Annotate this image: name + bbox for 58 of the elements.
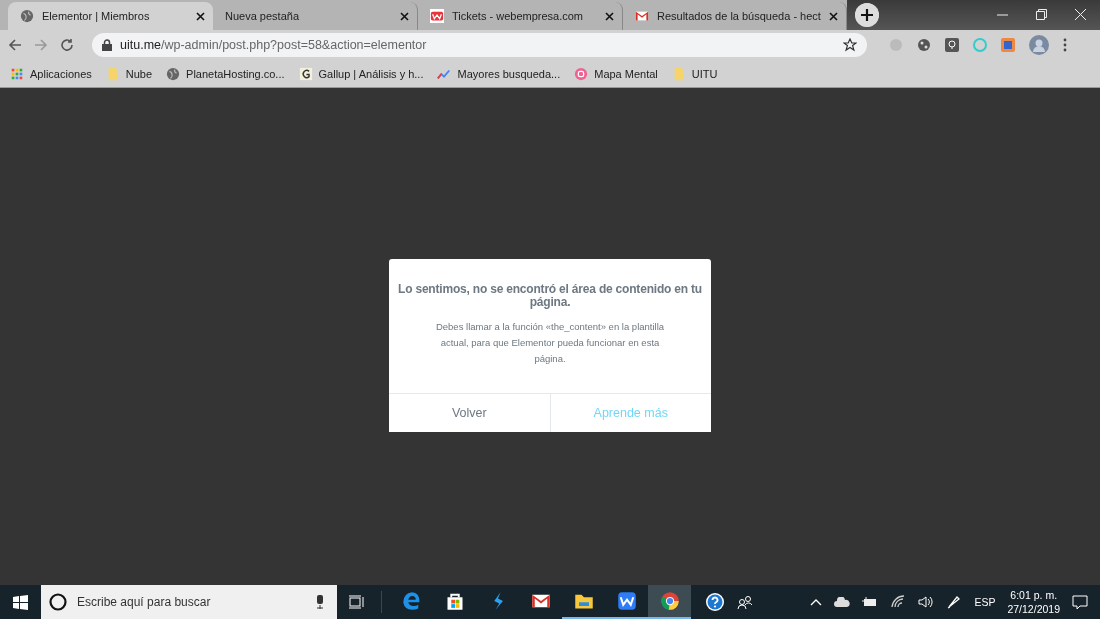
reload-icon[interactable] bbox=[60, 38, 74, 52]
bookmark[interactable]: UITU bbox=[671, 66, 718, 81]
taskbar-app[interactable] bbox=[648, 585, 691, 619]
dialog-message: Debes llamar a la función «the_content» en la plantilla actual, para que Elementor pueda funcionar en esta página. bbox=[434, 320, 666, 366]
close-icon[interactable] bbox=[196, 11, 205, 21]
tab-title: Resultados de la búsqueda - hect bbox=[657, 10, 821, 22]
task-view-icon[interactable] bbox=[349, 595, 365, 609]
grid-icon bbox=[10, 66, 24, 81]
cloud-icon[interactable] bbox=[834, 597, 851, 607]
tab-title: Tickets - webempresa.com bbox=[452, 10, 585, 22]
notification-icon[interactable] bbox=[1072, 594, 1088, 610]
globe-icon bbox=[166, 66, 181, 81]
film-reel-icon[interactable] bbox=[917, 38, 931, 52]
speaker-icon[interactable] bbox=[918, 595, 935, 609]
w-logo-icon bbox=[430, 9, 444, 23]
bookmark[interactable]: Mapa Mental bbox=[574, 66, 658, 81]
tab-title: Nueva pestaña bbox=[225, 10, 300, 22]
help-icon[interactable] bbox=[705, 592, 725, 612]
clock-date: 27/12/2019 bbox=[1007, 602, 1060, 616]
restore-icon[interactable] bbox=[1036, 8, 1047, 20]
battery-icon[interactable] bbox=[862, 597, 879, 607]
bookmark[interactable]: Gallup | Análisis y h... bbox=[298, 66, 424, 81]
close-icon[interactable] bbox=[400, 11, 409, 21]
address-bar[interactable]: uitu.me/wp-admin/post.php?post=58&action=elementor bbox=[92, 33, 867, 57]
bookmark[interactable]: Aplicaciones bbox=[10, 66, 92, 81]
close-icon[interactable] bbox=[605, 11, 614, 21]
search-field[interactable]: Escribe aquí para buscar bbox=[75, 594, 307, 610]
bookmark[interactable]: Mayores busqueda... bbox=[437, 66, 561, 81]
globe-icon bbox=[20, 9, 34, 23]
wifi-icon[interactable] bbox=[890, 595, 907, 609]
clock-time: 6:01 p. m. bbox=[1009, 588, 1059, 602]
back-icon[interactable] bbox=[8, 38, 22, 52]
language-indicator[interactable]: ESP bbox=[974, 596, 996, 608]
microphone-icon[interactable] bbox=[315, 595, 325, 609]
bookmark[interactable]: Nube bbox=[105, 66, 153, 81]
clock[interactable]: 6:01 p. m. 27/12/2019 bbox=[1007, 588, 1060, 616]
chevron-up-icon[interactable] bbox=[810, 598, 823, 606]
cortana-circle-icon[interactable] bbox=[49, 593, 67, 611]
menu-icon[interactable] bbox=[1063, 38, 1067, 52]
lightbulb-icon[interactable] bbox=[945, 38, 959, 52]
windows-logo-icon[interactable] bbox=[13, 594, 28, 610]
search-box[interactable]: Escribe aquí para buscar bbox=[41, 585, 337, 619]
edge-browser-icon bbox=[401, 591, 422, 611]
url-text: uitu.me/wp-admin/post.php?post=58&action=elementor bbox=[120, 38, 428, 52]
browser-tab[interactable]: Elementor | Miembros bbox=[8, 2, 213, 30]
lock-icon bbox=[102, 39, 112, 51]
letter-g-icon bbox=[298, 66, 313, 81]
star-icon[interactable] bbox=[843, 38, 857, 52]
tab-title: Elementor | Miembros bbox=[42, 10, 151, 22]
envelope-icon bbox=[635, 9, 649, 23]
mind-map-icon bbox=[574, 66, 589, 81]
people-icon[interactable] bbox=[737, 595, 753, 609]
new-tab-icon[interactable] bbox=[854, 3, 879, 27]
bookmark[interactable]: PlanetaHosting.co... bbox=[166, 66, 285, 81]
chrome-browser-icon bbox=[659, 591, 680, 611]
close-icon[interactable] bbox=[828, 11, 838, 21]
wps-app-icon bbox=[616, 591, 637, 611]
dialog-title: Lo sentimos, no se encontró el área de contenido en tu página. bbox=[397, 283, 703, 309]
